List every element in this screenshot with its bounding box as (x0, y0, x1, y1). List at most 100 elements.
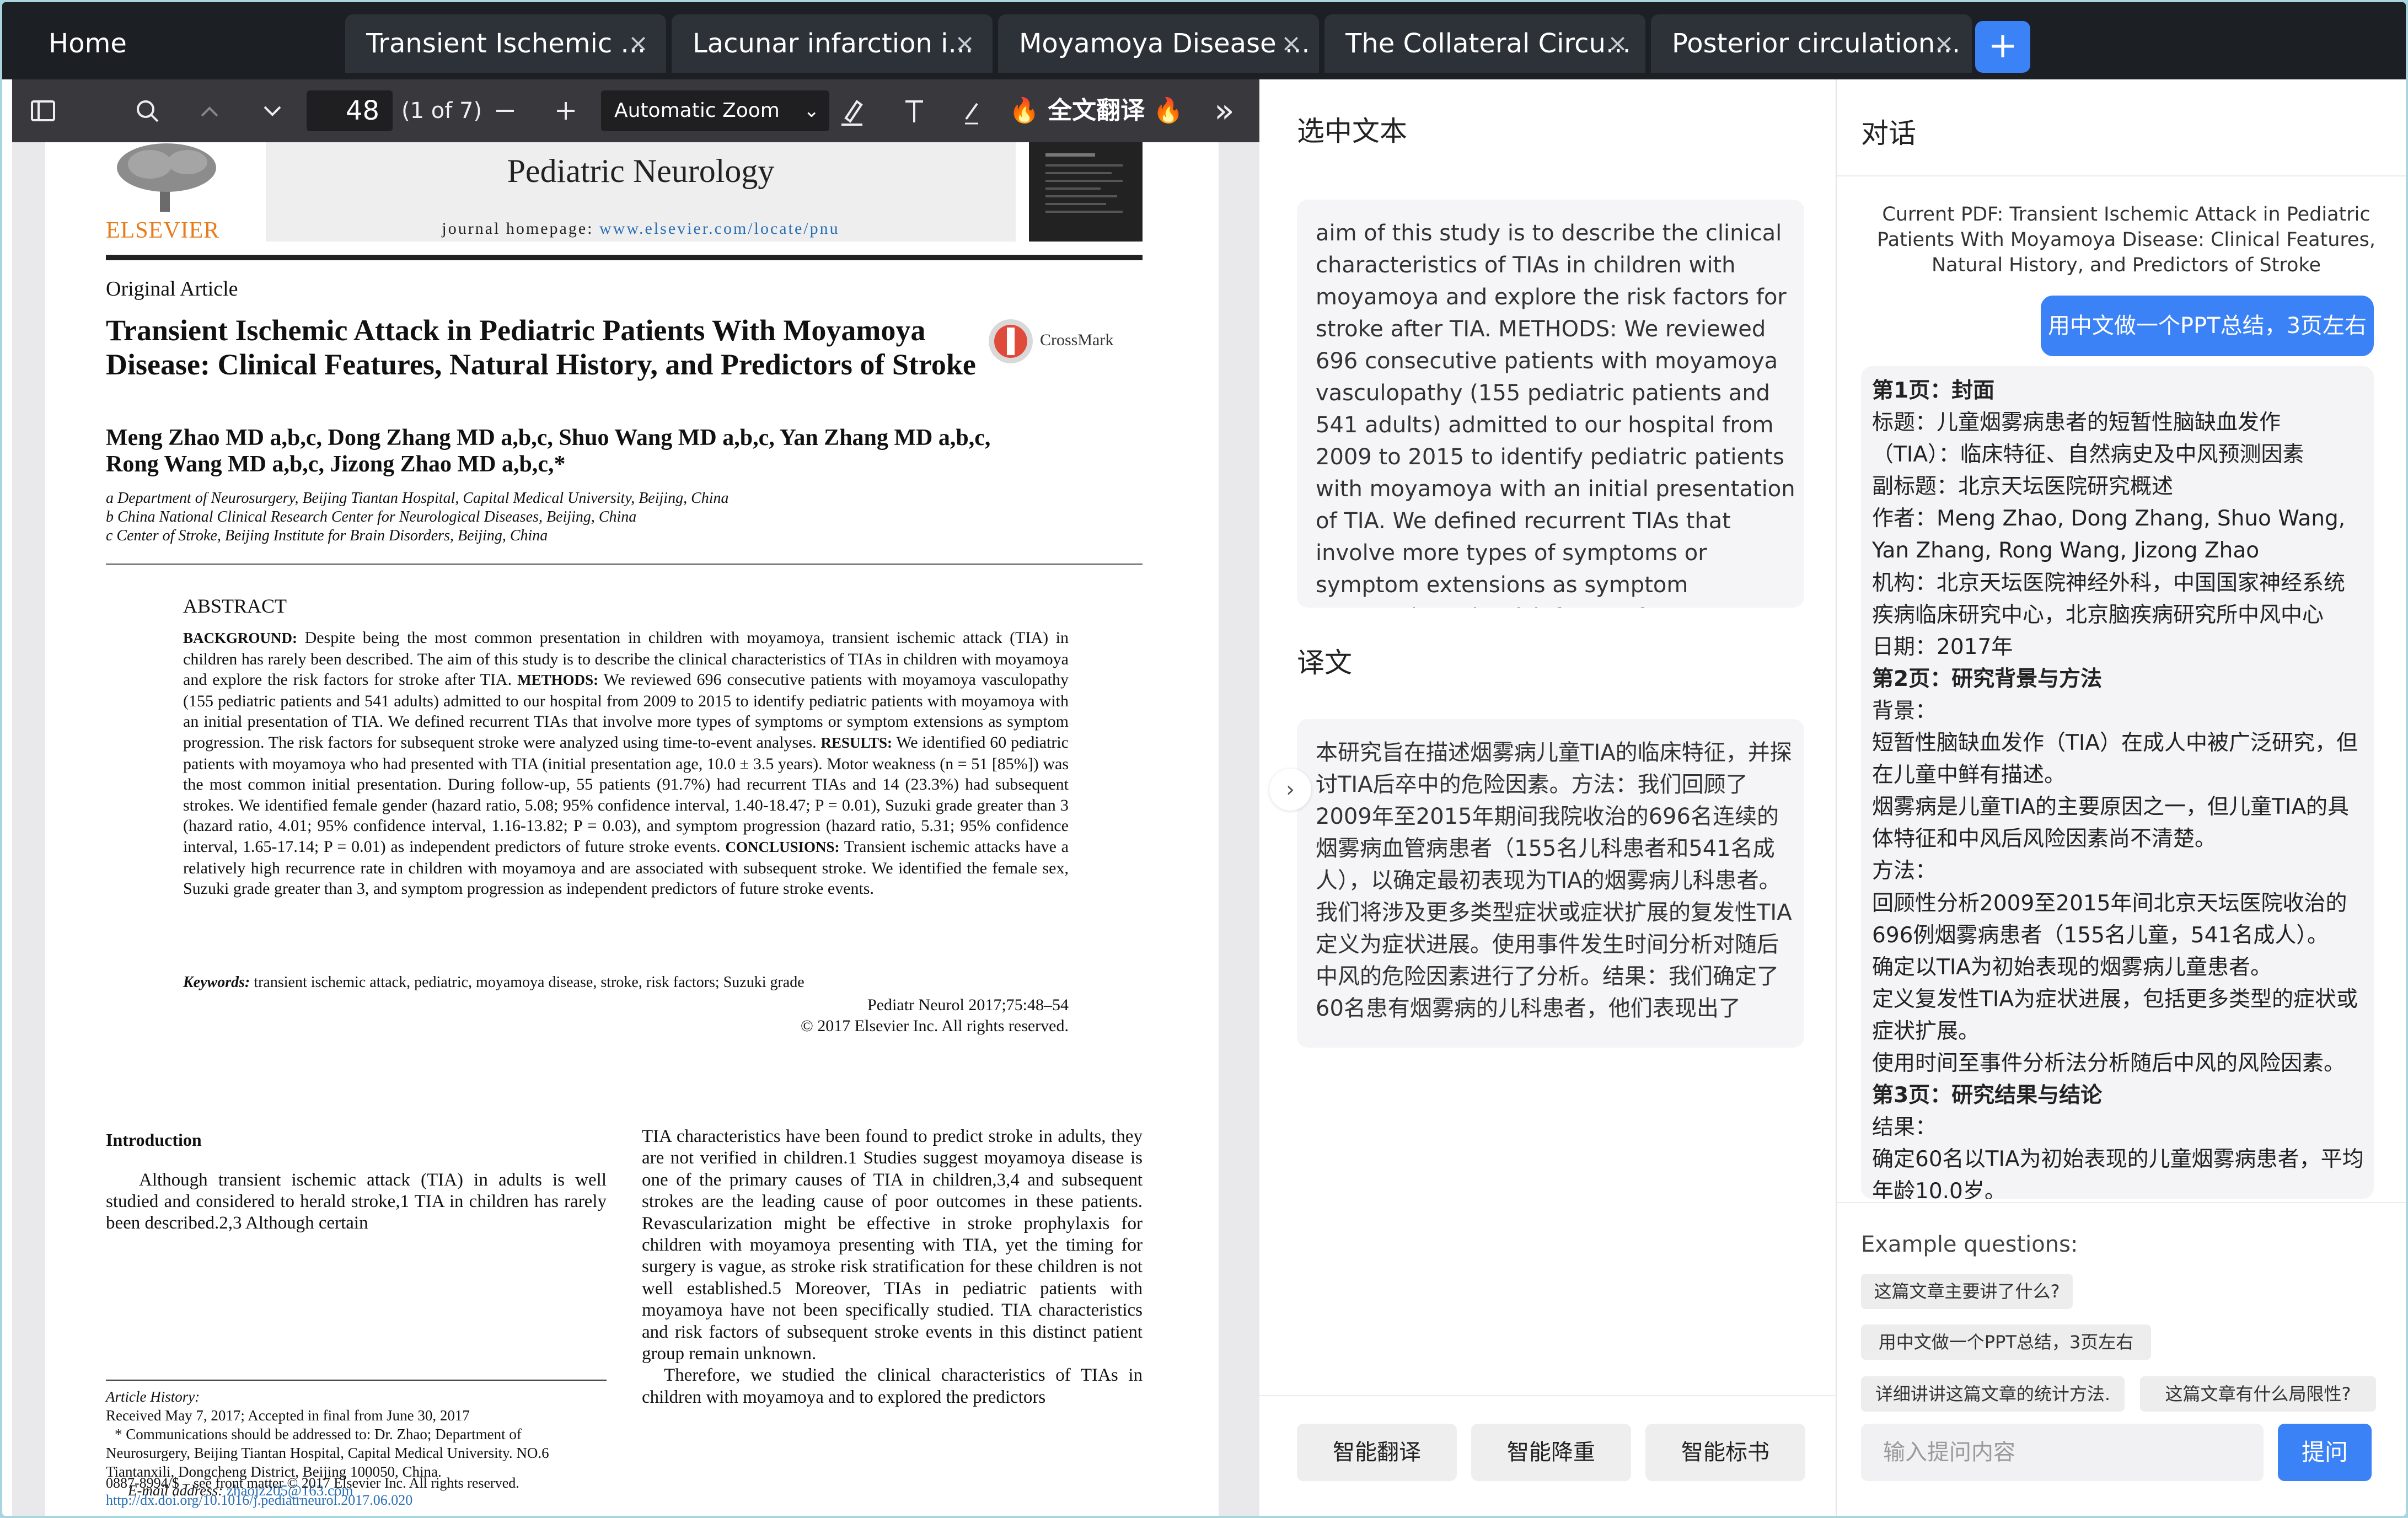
example-question-chip[interactable]: 这篇文章有什么局限性? (2140, 1376, 2376, 1412)
smart-bid-button[interactable]: 智能标书 (1645, 1424, 1805, 1481)
text-tool-icon[interactable] (902, 79, 926, 142)
selected-text-title: 选中文本 (1297, 115, 1407, 147)
current-pdf-label: Current PDF: Transient Ischemic Attack i… (1877, 203, 2375, 276)
keywords-text: transient ischemic attack, pediatric, mo… (250, 974, 805, 991)
highlight-icon[interactable] (838, 79, 866, 142)
crossmark-icon[interactable] (986, 317, 1036, 369)
reply-line: 作者：Meng Zhao, Dong Zhang, Shuo Wang, (1872, 506, 2346, 532)
chevron-down-icon: ⌄ (803, 100, 820, 122)
example-question-chip[interactable]: 用中文做一个PPT总结，3页左右 (1861, 1324, 2151, 1360)
sidebar-toggle-icon[interactable] (30, 79, 56, 142)
user-message: 用中文做一个PPT总结，3页左右 (2041, 296, 2374, 356)
reply-line: 第2页：研究背景与方法 (1872, 666, 2103, 691)
smart-rewrite-button[interactable]: 智能降重 (1471, 1424, 1631, 1481)
ask-button[interactable]: 提问 (2278, 1424, 2372, 1481)
intro-left-text: Although transient ischemic attack (TIA)… (106, 1170, 607, 1233)
doi-block: 0887-8994/$ – see front matter © 2017 El… (106, 1474, 768, 1509)
translation-box[interactable]: 本研究旨在描述烟雾病儿童TIA的临床特征，并探讨TIA后卒中的危险因素。方法：我… (1297, 719, 1804, 1048)
pdf-page: ELSEVIER Pediatric Neurology journal hom… (45, 142, 1219, 1516)
journal-title: Pediatric Neurology (507, 153, 775, 189)
abstract-background-label: BACKGROUND: (183, 630, 297, 646)
article-type: Original Article (106, 277, 238, 301)
question-input[interactable]: 输入提问内容 (1861, 1424, 2264, 1481)
publisher-logo: ELSEVIER (106, 218, 220, 243)
tab-collateral-circulation[interactable]: The Collateral Circu... × (1324, 14, 1645, 73)
tab-label: Lacunar infarction i... (693, 28, 974, 59)
intro-left-column: Introduction Although transient ischemic… (106, 1129, 607, 1234)
tab-posterior-circulation[interactable]: Posterior circulation... × (1651, 14, 1972, 73)
issn: 0887-8994/$ – see front matter © 2017 El… (106, 1475, 519, 1491)
reply-line: 第1页：封面 (1872, 378, 1995, 403)
reply-line: 机构：北京天坛医院神经外科，中国国家神经系统 (1872, 570, 2346, 596)
citation: Pediatr Neurol 2017;75:48–54 (867, 996, 1069, 1014)
translation-text: 本研究旨在描述烟雾病儿童TIA的临床特征，并探讨TIA后卒中的危险因素。方法：我… (1316, 740, 1792, 1021)
reply-line: Yan Zhang, Rong Wang, Jizong Zhao (1872, 538, 2260, 564)
reply-line: 回顾性分析2009至2015年间北京天坛医院收治的 (1872, 891, 2347, 916)
reply-line: 体特征和中风后风险因素尚不清楚。 (1872, 827, 2217, 852)
divider (1837, 175, 2406, 176)
history-label: Article History: (106, 1388, 200, 1405)
reply-line: 696例烟雾病患者（155名儿童，541名成人）。 (1872, 922, 2329, 948)
close-icon[interactable]: × (628, 14, 648, 73)
tab-label: Home (49, 28, 127, 59)
full-translate-button[interactable]: 🔥 全文翻译 🔥 (1009, 79, 1183, 142)
example-questions-label: Example questions: (1861, 1232, 2078, 1257)
assistant-reply: 第1页：封面 标题：儿童烟雾病患者的短暂性脑缺血发作 （TIA）：临床特征、自然病史… (1861, 366, 2374, 1199)
example-question-chip[interactable]: 这篇文章主要讲了什么? (1861, 1274, 2073, 1309)
search-icon[interactable] (135, 79, 161, 142)
authors-line-1: Meng Zhao MD a,b,c, Dong Zhang MD a,b,c,… (106, 425, 991, 450)
abstract-heading: ABSTRACT (183, 595, 287, 617)
tab-lacunar-infarction[interactable]: Lacunar infarction i... × (672, 14, 993, 73)
chat-title: 对话 (1861, 117, 1916, 149)
page-number-input[interactable]: 48 (307, 90, 393, 131)
selected-text-box[interactable]: aim of this study is to describe the cli… (1297, 200, 1804, 608)
add-tab-button[interactable]: + (1975, 21, 2030, 73)
smart-translate-button[interactable]: 智能翻译 (1297, 1424, 1457, 1481)
chat-panel: 对话 Current PDF: Transient Ischemic Attac… (1837, 79, 2406, 1516)
next-page-icon[interactable] (260, 79, 285, 142)
keywords-label: Keywords: (183, 974, 250, 991)
tab-label: Transient Ischemic ... (366, 28, 646, 59)
reply-line: 年龄10.0岁。 (1872, 1179, 2006, 1199)
reply-line: 定义复发性TIA为症状进展，包括更多类型的症状或 (1872, 986, 2358, 1012)
history-dates: Received May 7, 2017; Accepted in final … (106, 1407, 470, 1424)
reply-line: 日期：2017年 (1872, 634, 2013, 659)
example-question-chip[interactable]: 详细讲讲这篇文章的统计方法. (1861, 1376, 2125, 1412)
affiliation-c: c Center of Stroke, Beijing Institute fo… (106, 527, 548, 544)
affiliation-rule (106, 564, 1143, 565)
zoom-select[interactable]: Automatic Zoom ⌄ (601, 90, 829, 131)
tab-moyamoya-disease[interactable]: Moyamoya Disease ... × (998, 14, 1319, 73)
close-icon[interactable]: × (1281, 14, 1301, 73)
doi-link[interactable]: http://dx.doi.org/10.1016/j.pediatrneuro… (106, 1492, 768, 1509)
intro-right-p1: TIA characteristics have been found to p… (642, 1127, 1143, 1364)
pdf-toolbar: 48 (1 of 7) Automatic Zoom ⌄ 🔥 全文翻译 🔥 » (12, 79, 1259, 142)
intro-heading: Introduction (106, 1130, 202, 1150)
tab-home[interactable]: Home (2, 14, 173, 73)
divider (1837, 1202, 2406, 1203)
tab-label: Moyamoya Disease ... (1019, 28, 1310, 59)
pdf-viewer: 48 (1 of 7) Automatic Zoom ⌄ 🔥 全文翻译 🔥 » … (12, 79, 1259, 1516)
zoom-in-icon[interactable] (554, 79, 578, 142)
app-window: Home Transient Ischemic ... × Lacunar in… (2, 2, 2406, 1516)
journal-homepage-link[interactable]: www.elsevier.com/locate/pnu (599, 219, 840, 238)
journal-homepage: journal homepage: www.elsevier.com/locat… (266, 219, 1016, 238)
reply-line: 副标题：北京天坛医院研究概述 (1872, 474, 2174, 500)
collapse-panel-button[interactable]: › (1269, 769, 1311, 811)
translation-panel: 选中文本 aim of this study is to describe th… (1259, 79, 1836, 1516)
abstract-methods-label: METHODS: (517, 672, 599, 689)
reply-line: （TIA）：临床特征、自然病史及中风预测因素 (1872, 442, 2304, 468)
close-icon[interactable]: × (1607, 14, 1628, 73)
draw-icon[interactable] (961, 79, 983, 142)
close-icon[interactable]: × (1934, 14, 1954, 73)
zoom-out-icon[interactable] (493, 79, 517, 142)
tab-transient-ischemic[interactable]: Transient Ischemic ... × (345, 14, 666, 73)
correspondence: * Communications should be addressed to:… (106, 1426, 549, 1480)
more-tools-icon[interactable]: » (1214, 79, 1235, 142)
close-icon[interactable]: × (954, 14, 975, 73)
reply-text: 第1页：封面 标题：儿童烟雾病患者的短暂性脑缺血发作 （TIA）：临床特征、自然病史… (1872, 375, 2364, 1199)
author-list: Meng Zhao MD a,b,c, Dong Zhang MD a,b,c,… (106, 425, 1098, 478)
reply-line: 确定60名以TIA为初始表现的儿童烟雾病患者，平均 (1872, 1147, 2364, 1172)
reply-line: 背景： (1872, 698, 1937, 723)
reply-line: 方法： (1872, 859, 1937, 884)
previous-page-icon[interactable] (197, 79, 222, 142)
